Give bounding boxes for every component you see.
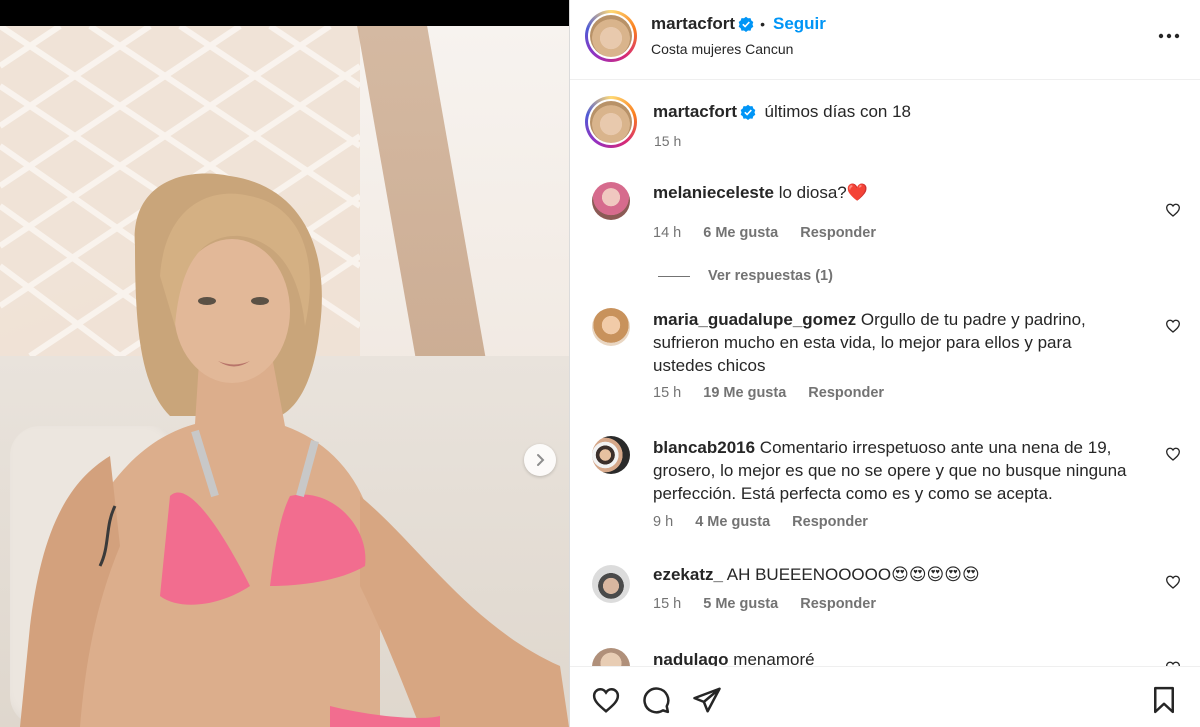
comment-text: lo diosa? — [778, 183, 847, 202]
more-options-button[interactable] — [1155, 26, 1183, 46]
heart-icon[interactable] — [591, 685, 621, 715]
comment-time[interactable]: 14 h — [653, 225, 681, 241]
reply-button[interactable]: Responder — [800, 596, 876, 612]
heart-icon[interactable] — [1165, 202, 1181, 218]
post-photo[interactable] — [0, 26, 569, 727]
comment-username[interactable]: ezekatz_ — [653, 565, 723, 584]
reply-button[interactable]: Responder — [808, 385, 884, 401]
reply-button[interactable]: Responder — [792, 514, 868, 530]
comment-body: blancab2016 Comentario irrespetuoso ante… — [653, 436, 1138, 505]
comment-item: nadulago menamoré — [570, 646, 1200, 666]
commenter-avatar[interactable] — [592, 565, 630, 603]
commenter-avatar[interactable] — [592, 182, 630, 220]
post-location[interactable]: Costa mujeres Cancun — [651, 41, 793, 57]
photo-person — [20, 173, 569, 727]
comment-time[interactable]: 15 h — [653, 596, 681, 612]
post-action-bar — [570, 666, 1200, 727]
author-avatar[interactable] — [585, 10, 637, 62]
comment-likes[interactable]: 4 Me gusta — [695, 514, 770, 530]
post-media-pane — [0, 0, 569, 727]
heart-emoji: ❤️ — [846, 183, 868, 202]
caption-username[interactable]: martacfort — [653, 102, 737, 121]
caption-time[interactable]: 15 h — [654, 133, 681, 149]
post-details-panel: martacfort • Seguir Costa mujeres Cancun … — [569, 0, 1200, 727]
comment-body: maria_guadalupe_gomez Orgullo de tu padr… — [653, 308, 1123, 377]
caption-author-avatar[interactable] — [585, 96, 637, 148]
comment-likes[interactable]: 19 Me gusta — [703, 385, 786, 401]
comment-time[interactable]: 9 h — [653, 514, 673, 530]
avatar-border — [588, 99, 634, 145]
heart-icon[interactable] — [1165, 574, 1181, 590]
comment-item: blancab2016 Comentario irrespetuoso ante… — [570, 436, 1200, 556]
avatar-image — [590, 101, 632, 143]
heart-eyes-emoji: 😍😍😍😍😍 — [891, 565, 980, 584]
comment-body: ezekatz_ AH BUEEENOOOOO😍😍😍😍😍 — [653, 563, 1153, 586]
caption-text: últimos días con 18 — [764, 102, 912, 121]
comments-list[interactable]: melanieceleste lo diosa?❤️ 14 h 6 Me gus… — [570, 170, 1200, 666]
comment-body: melanieceleste lo diosa?❤️ — [653, 181, 1153, 204]
reply-button[interactable]: Responder — [800, 225, 876, 241]
more-options-icon — [1158, 33, 1180, 39]
commenter-avatar[interactable] — [592, 308, 630, 346]
comment-likes[interactable]: 6 Me gusta — [703, 225, 778, 241]
comment-text: AH BUEEENOOOOO — [726, 565, 892, 584]
comment-meta: 14 h 6 Me gusta Responder — [653, 225, 894, 241]
comment-item: melanieceleste lo diosa?❤️ 14 h 6 Me gus… — [570, 180, 1200, 300]
heart-icon[interactable] — [1165, 446, 1181, 462]
comment-likes[interactable]: 5 Me gusta — [703, 596, 778, 612]
comment-item: ezekatz_ AH BUEEENOOOOO😍😍😍😍😍 15 h 5 Me g… — [570, 563, 1200, 633]
comment-item: maria_guadalupe_gomez Orgullo de tu padr… — [570, 308, 1200, 428]
share-icon[interactable] — [692, 685, 722, 715]
chevron-right-icon — [537, 454, 545, 466]
separator-dot: • — [760, 16, 765, 32]
avatar-image — [590, 15, 632, 57]
comment-text: menamoré — [733, 650, 815, 666]
replies-divider — [658, 275, 690, 277]
comment-meta: 15 h 19 Me gusta Responder — [653, 385, 902, 401]
view-replies-button[interactable]: Ver respuestas (1) — [658, 268, 833, 284]
bookmark-icon[interactable] — [1149, 685, 1179, 715]
verified-badge-icon — [738, 16, 754, 32]
comment-meta: 15 h 5 Me gusta Responder — [653, 596, 894, 612]
post-header: martacfort • Seguir Costa mujeres Cancun — [570, 0, 1200, 80]
avatar-border — [588, 13, 634, 59]
comment-meta: 9 h 4 Me gusta Responder — [653, 514, 886, 530]
comment-time[interactable]: 15 h — [653, 385, 681, 401]
comment-username[interactable]: nadulago — [653, 650, 729, 666]
caption-line: martacfort últimos días con 18 — [653, 102, 911, 122]
comment-username[interactable]: melanieceleste — [653, 183, 774, 202]
commenter-avatar[interactable] — [592, 436, 630, 474]
heart-icon[interactable] — [1165, 318, 1181, 334]
commenter-avatar[interactable] — [592, 648, 630, 666]
comment-icon[interactable] — [641, 685, 671, 715]
author-username[interactable]: martacfort — [651, 14, 735, 33]
comment-body: nadulago menamoré — [653, 648, 1153, 666]
header-user-line: martacfort • Seguir — [651, 14, 826, 34]
next-photo-button[interactable] — [524, 444, 556, 476]
comment-username[interactable]: blancab2016 — [653, 438, 755, 457]
comment-username[interactable]: maria_guadalupe_gomez — [653, 310, 856, 329]
view-replies-label: Ver respuestas (1) — [708, 268, 833, 284]
verified-badge-icon — [740, 104, 756, 120]
follow-button[interactable]: Seguir — [773, 14, 826, 33]
